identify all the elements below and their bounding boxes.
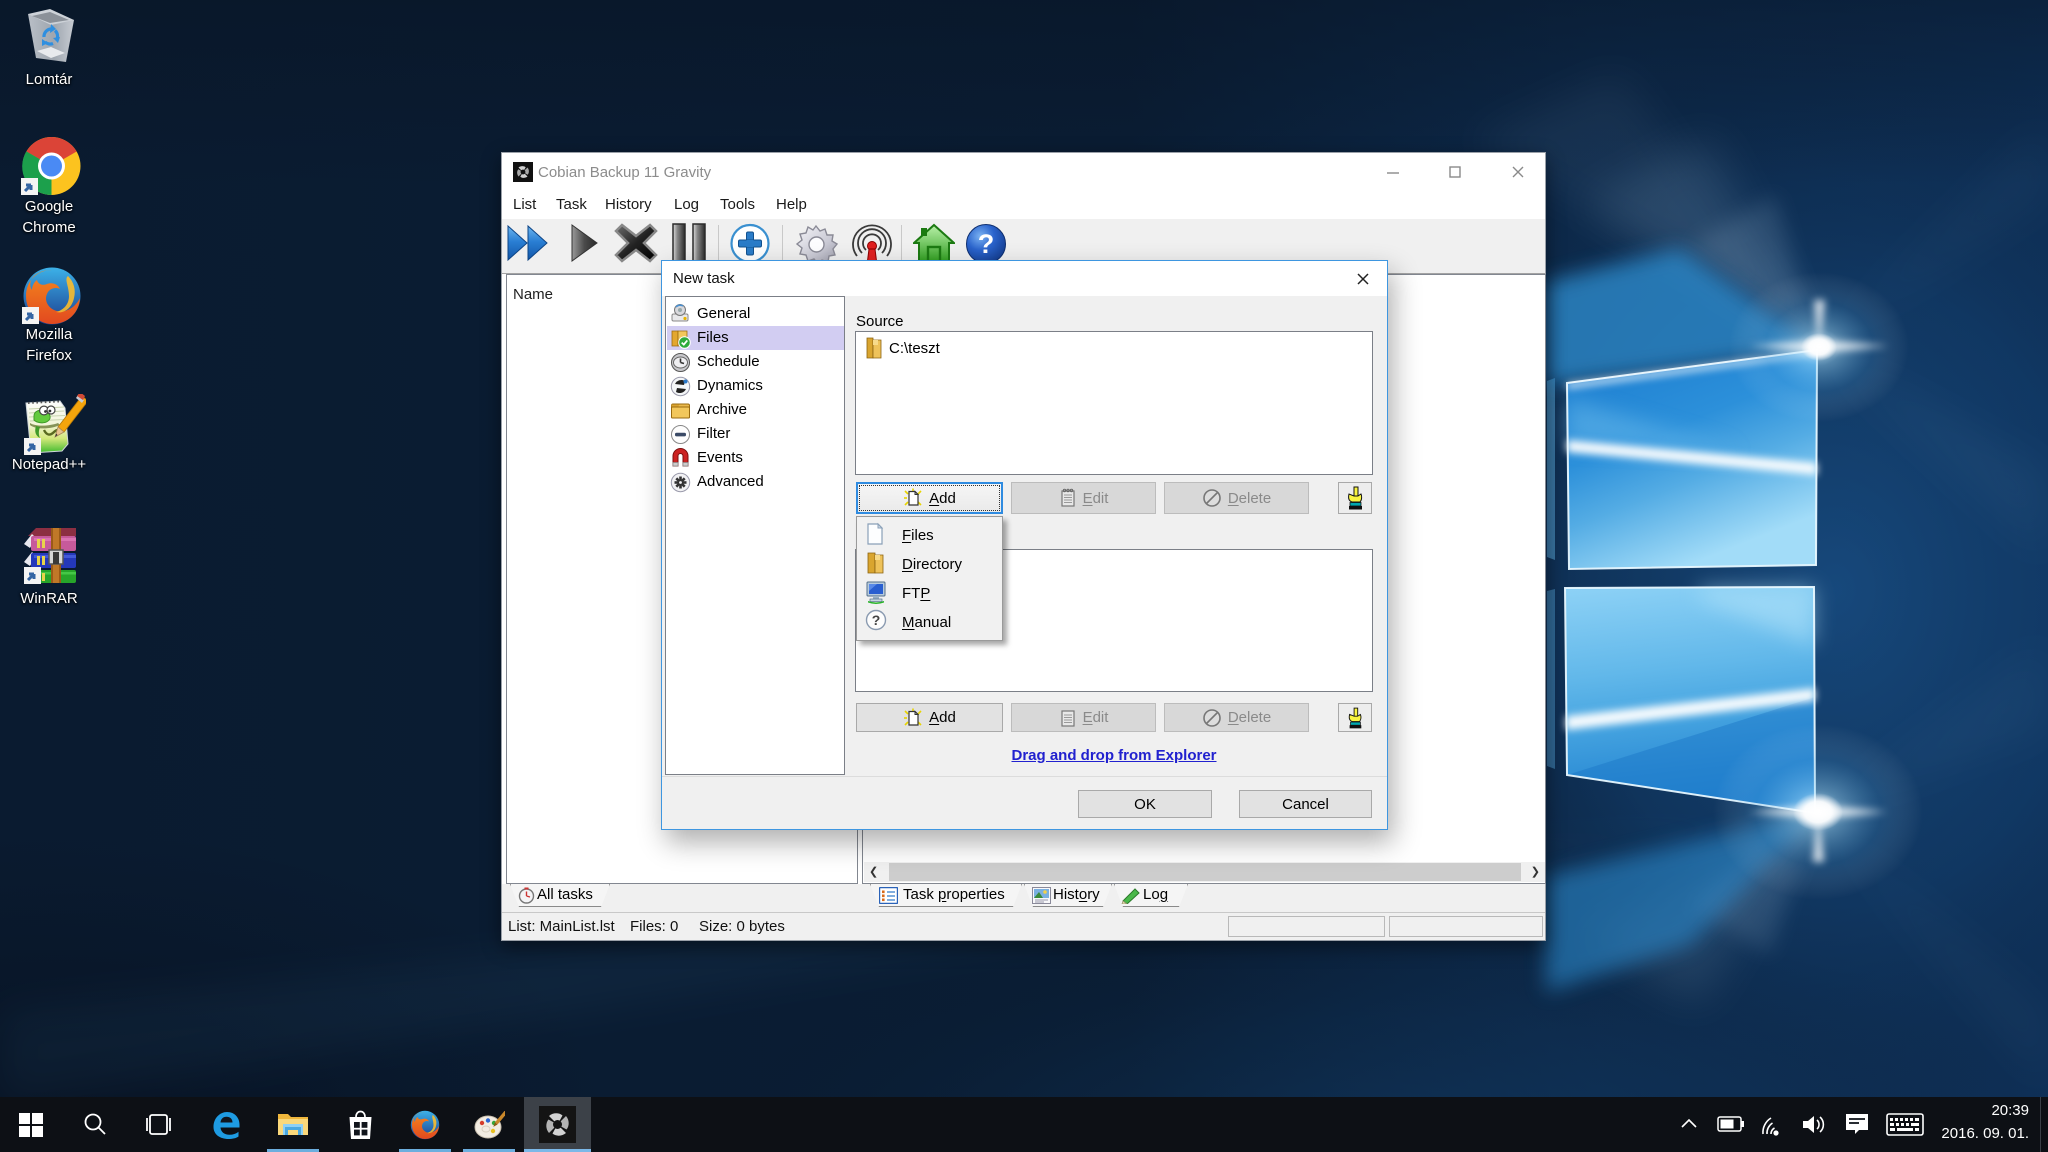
svg-text:?: ? (978, 229, 995, 259)
svg-text:?: ? (872, 612, 881, 628)
